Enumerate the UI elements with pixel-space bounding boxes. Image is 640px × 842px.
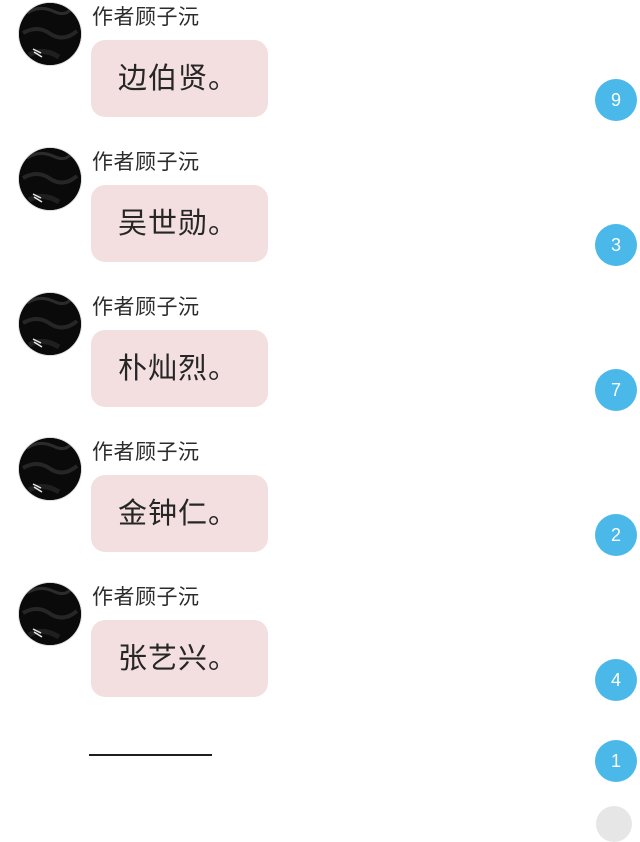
author-name: 作者顾子沅: [92, 150, 200, 174]
page-badge[interactable]: 7: [595, 369, 637, 411]
author-name: 作者顾子沅: [92, 440, 200, 464]
chat-message: 作者顾子沅 朴灿烈。 7: [0, 290, 640, 435]
avatar-image-icon: [19, 293, 81, 355]
avatar[interactable]: [19, 438, 81, 500]
avatar-image-icon: [19, 438, 81, 500]
page-badge[interactable]: 2: [595, 514, 637, 556]
author-name: 作者顾子沅: [92, 5, 200, 29]
page-badge[interactable]: 9: [595, 79, 637, 121]
page-badge[interactable]: 4: [595, 659, 637, 701]
message-bubble[interactable]: 朴灿烈。: [91, 330, 268, 407]
scroll-indicator: [596, 806, 632, 842]
chat-message: 作者顾子沅 边伯贤。 9: [0, 0, 640, 145]
chat-message: 作者顾子沅 张艺兴。 4: [0, 580, 640, 725]
divider-line: [89, 754, 212, 756]
chat-message: 作者顾子沅 吴世勋。 3: [0, 145, 640, 290]
avatar-image-icon: [19, 148, 81, 210]
avatar-image-icon: [19, 3, 81, 65]
message-bubble[interactable]: 金钟仁。: [91, 475, 268, 552]
avatar[interactable]: [19, 293, 81, 355]
page-badge[interactable]: 3: [595, 224, 637, 266]
author-name: 作者顾子沅: [92, 295, 200, 319]
author-name: 作者顾子沅: [92, 585, 200, 609]
avatar[interactable]: [19, 148, 81, 210]
page-badge[interactable]: 1: [595, 740, 637, 782]
message-bubble[interactable]: 吴世勋。: [91, 185, 268, 262]
avatar-image-icon: [19, 583, 81, 645]
chat-message: 作者顾子沅 金钟仁。 2: [0, 435, 640, 580]
message-bubble[interactable]: 边伯贤。: [91, 40, 268, 117]
avatar[interactable]: [19, 3, 81, 65]
message-bubble[interactable]: 张艺兴。: [91, 620, 268, 697]
avatar[interactable]: [19, 583, 81, 645]
